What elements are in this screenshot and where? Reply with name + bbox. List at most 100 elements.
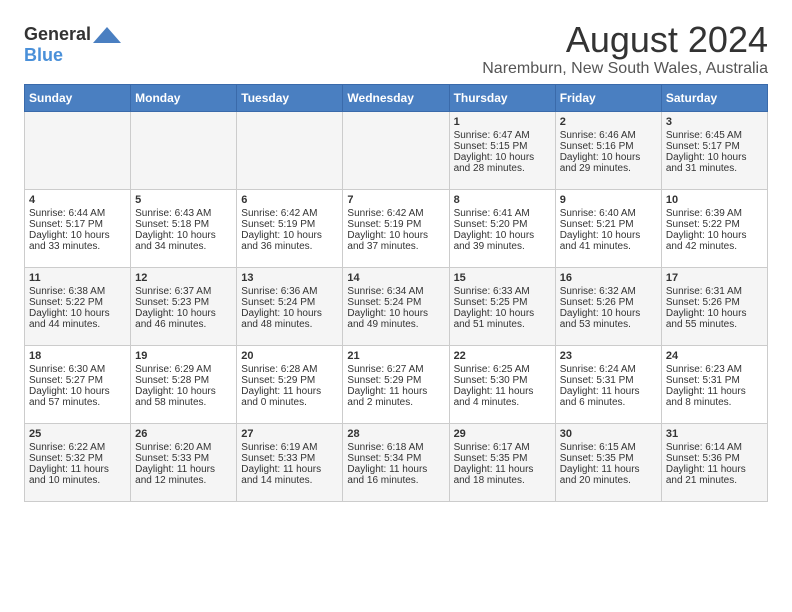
cell-text-line: Sunset: 5:17 PM bbox=[666, 141, 763, 152]
cell-text-line: Sunrise: 6:17 AM bbox=[454, 442, 551, 453]
cell-text-line: Sunrise: 6:42 AM bbox=[241, 208, 338, 219]
day-header-tuesday: Tuesday bbox=[237, 84, 343, 111]
logo-icon bbox=[93, 27, 121, 43]
calendar-cell bbox=[343, 111, 449, 189]
calendar-cell: 25Sunrise: 6:22 AMSunset: 5:32 PMDayligh… bbox=[25, 423, 131, 501]
calendar-cell: 14Sunrise: 6:34 AMSunset: 5:24 PMDayligh… bbox=[343, 267, 449, 345]
calendar-week-row: 11Sunrise: 6:38 AMSunset: 5:22 PMDayligh… bbox=[25, 267, 768, 345]
calendar-cell bbox=[237, 111, 343, 189]
calendar-cell: 16Sunrise: 6:32 AMSunset: 5:26 PMDayligh… bbox=[555, 267, 661, 345]
cell-text-line: Sunrise: 6:46 AM bbox=[560, 130, 657, 141]
day-number: 16 bbox=[560, 272, 657, 284]
calendar-cell: 13 Sunrise: 6:36 AMSunset: 5:24 PMDayligh… bbox=[237, 267, 343, 345]
cell-text-line: Daylight: 10 hours and 57 minutes. bbox=[29, 386, 126, 408]
day-number: 28 bbox=[347, 428, 444, 440]
calendar-cell: 7Sunrise: 6:42 AMSunset: 5:19 PMDaylight… bbox=[343, 189, 449, 267]
day-number: 25 bbox=[29, 428, 126, 440]
day-number: 1 bbox=[454, 116, 551, 128]
cell-text-line: Sunrise: 6:37 AM bbox=[135, 286, 232, 297]
day-number: 31 bbox=[666, 428, 763, 440]
day-number: 3 bbox=[666, 116, 763, 128]
cell-text-line: Sunset: 5:21 PM bbox=[560, 219, 657, 230]
cell-text-line: Sunset: 5:19 PM bbox=[241, 219, 338, 230]
calendar-cell: 11Sunrise: 6:38 AMSunset: 5:22 PMDayligh… bbox=[25, 267, 131, 345]
calendar-week-row: 18Sunrise: 6:30 AMSunset: 5:27 PMDayligh… bbox=[25, 345, 768, 423]
cell-text-line: Daylight: 10 hours and 55 minutes. bbox=[666, 308, 763, 330]
day-header-saturday: Saturday bbox=[661, 84, 767, 111]
cell-text-line: Sunset: 5:24 PM bbox=[241, 297, 338, 308]
calendar-cell: 6Sunrise: 6:42 AMSunset: 5:19 PMDaylight… bbox=[237, 189, 343, 267]
cell-text-line: Sunset: 5:32 PM bbox=[29, 453, 126, 464]
calendar-cell: 15Sunrise: 6:33 AMSunset: 5:25 PMDayligh… bbox=[449, 267, 555, 345]
cell-text-line: Sunset: 5:26 PM bbox=[666, 297, 763, 308]
cell-text-line: Sunrise: 6:47 AM bbox=[454, 130, 551, 141]
calendar-cell: 30Sunrise: 6:15 AMSunset: 5:35 PMDayligh… bbox=[555, 423, 661, 501]
day-number: 14 bbox=[347, 272, 444, 284]
day-header-wednesday: Wednesday bbox=[343, 84, 449, 111]
cell-text-line: Daylight: 11 hours and 2 minutes. bbox=[347, 386, 444, 408]
calendar-cell: 10Sunrise: 6:39 AMSunset: 5:22 PMDayligh… bbox=[661, 189, 767, 267]
cell-text-line: Sunset: 5:29 PM bbox=[241, 375, 338, 386]
subtitle: Naremburn, New South Wales, Australia bbox=[482, 60, 768, 78]
cell-text-line: Sunrise: 6:18 AM bbox=[347, 442, 444, 453]
cell-text-line: Daylight: 10 hours and 46 minutes. bbox=[135, 308, 232, 330]
cell-text-line: Sunrise: 6:33 AM bbox=[454, 286, 551, 297]
calendar-cell: 9Sunrise: 6:40 AMSunset: 5:21 PMDaylight… bbox=[555, 189, 661, 267]
logo-general-text: General bbox=[24, 24, 91, 45]
cell-text-line: Sunset: 5:22 PM bbox=[666, 219, 763, 230]
cell-text-line: Sunset: 5:15 PM bbox=[454, 141, 551, 152]
calendar-week-row: 1Sunrise: 6:47 AMSunset: 5:15 PMDaylight… bbox=[25, 111, 768, 189]
day-number: 8 bbox=[454, 194, 551, 206]
calendar-cell: 8Sunrise: 6:41 AMSunset: 5:20 PMDaylight… bbox=[449, 189, 555, 267]
cell-text-line: Sunset: 5:35 PM bbox=[454, 453, 551, 464]
day-number: 21 bbox=[347, 350, 444, 362]
calendar-cell bbox=[25, 111, 131, 189]
calendar-header-row: SundayMondayTuesdayWednesdayThursdayFrid… bbox=[25, 84, 768, 111]
cell-text-line: Sunrise: 6:40 AM bbox=[560, 208, 657, 219]
day-number: 26 bbox=[135, 428, 232, 440]
cell-text-line: Daylight: 11 hours and 0 minutes. bbox=[241, 386, 338, 408]
cell-text-line: Sunset: 5:23 PM bbox=[135, 297, 232, 308]
cell-text-line: Daylight: 10 hours and 36 minutes. bbox=[241, 230, 338, 252]
calendar-cell: 2Sunrise: 6:46 AMSunset: 5:16 PMDaylight… bbox=[555, 111, 661, 189]
day-number: 17 bbox=[666, 272, 763, 284]
day-number: 13 bbox=[241, 272, 338, 284]
cell-text-line: Sunset: 5:25 PM bbox=[454, 297, 551, 308]
cell-text-line: Sunrise: 6:19 AM bbox=[241, 442, 338, 453]
cell-text-line: Sunset: 5:20 PM bbox=[454, 219, 551, 230]
cell-text-line: Daylight: 10 hours and 48 minutes. bbox=[241, 308, 338, 330]
cell-text-line: Sunrise: 6:32 AM bbox=[560, 286, 657, 297]
cell-text-line: Daylight: 11 hours and 14 minutes. bbox=[241, 464, 338, 486]
day-number: 9 bbox=[560, 194, 657, 206]
cell-text-line: Daylight: 11 hours and 21 minutes. bbox=[666, 464, 763, 486]
day-number: 12 bbox=[135, 272, 232, 284]
calendar-cell: 3Sunrise: 6:45 AMSunset: 5:17 PMDaylight… bbox=[661, 111, 767, 189]
cell-text-line: Sunrise: 6:43 AM bbox=[135, 208, 232, 219]
calendar-cell: 5Sunrise: 6:43 AMSunset: 5:18 PMDaylight… bbox=[131, 189, 237, 267]
logo: General Blue bbox=[24, 24, 121, 66]
cell-text-line: Daylight: 11 hours and 10 minutes. bbox=[29, 464, 126, 486]
main-title: August 2024 bbox=[482, 20, 768, 60]
cell-text-line: Daylight: 10 hours and 49 minutes. bbox=[347, 308, 444, 330]
calendar-cell: 27Sunrise: 6:19 AMSunset: 5:33 PMDayligh… bbox=[237, 423, 343, 501]
cell-text-line: Daylight: 10 hours and 51 minutes. bbox=[454, 308, 551, 330]
cell-text-line: Sunset: 5:22 PM bbox=[29, 297, 126, 308]
cell-text-line: Sunrise: 6:30 AM bbox=[29, 364, 126, 375]
cell-text-line: Sunrise: 6:14 AM bbox=[666, 442, 763, 453]
cell-text-line: Sunset: 5:33 PM bbox=[135, 453, 232, 464]
day-number: 10 bbox=[666, 194, 763, 206]
cell-text-line: Sunrise: 6:38 AM bbox=[29, 286, 126, 297]
cell-text-line: Sunrise: 6:36 AM bbox=[241, 286, 338, 297]
cell-text-line: Daylight: 10 hours and 37 minutes. bbox=[347, 230, 444, 252]
calendar-cell: 26Sunrise: 6:20 AMSunset: 5:33 PMDayligh… bbox=[131, 423, 237, 501]
calendar-cell: 20Sunrise: 6:28 AMSunset: 5:29 PMDayligh… bbox=[237, 345, 343, 423]
calendar-cell: 4Sunrise: 6:44 AMSunset: 5:17 PMDaylight… bbox=[25, 189, 131, 267]
cell-text-line: Sunrise: 6:23 AM bbox=[666, 364, 763, 375]
cell-text-line: Daylight: 10 hours and 42 minutes. bbox=[666, 230, 763, 252]
cell-text-line: Sunset: 5:36 PM bbox=[666, 453, 763, 464]
cell-text-line: Sunrise: 6:15 AM bbox=[560, 442, 657, 453]
cell-text-line: Daylight: 11 hours and 18 minutes. bbox=[454, 464, 551, 486]
calendar-cell: 28Sunrise: 6:18 AMSunset: 5:34 PMDayligh… bbox=[343, 423, 449, 501]
calendar-cell bbox=[131, 111, 237, 189]
cell-text-line: Sunset: 5:28 PM bbox=[135, 375, 232, 386]
